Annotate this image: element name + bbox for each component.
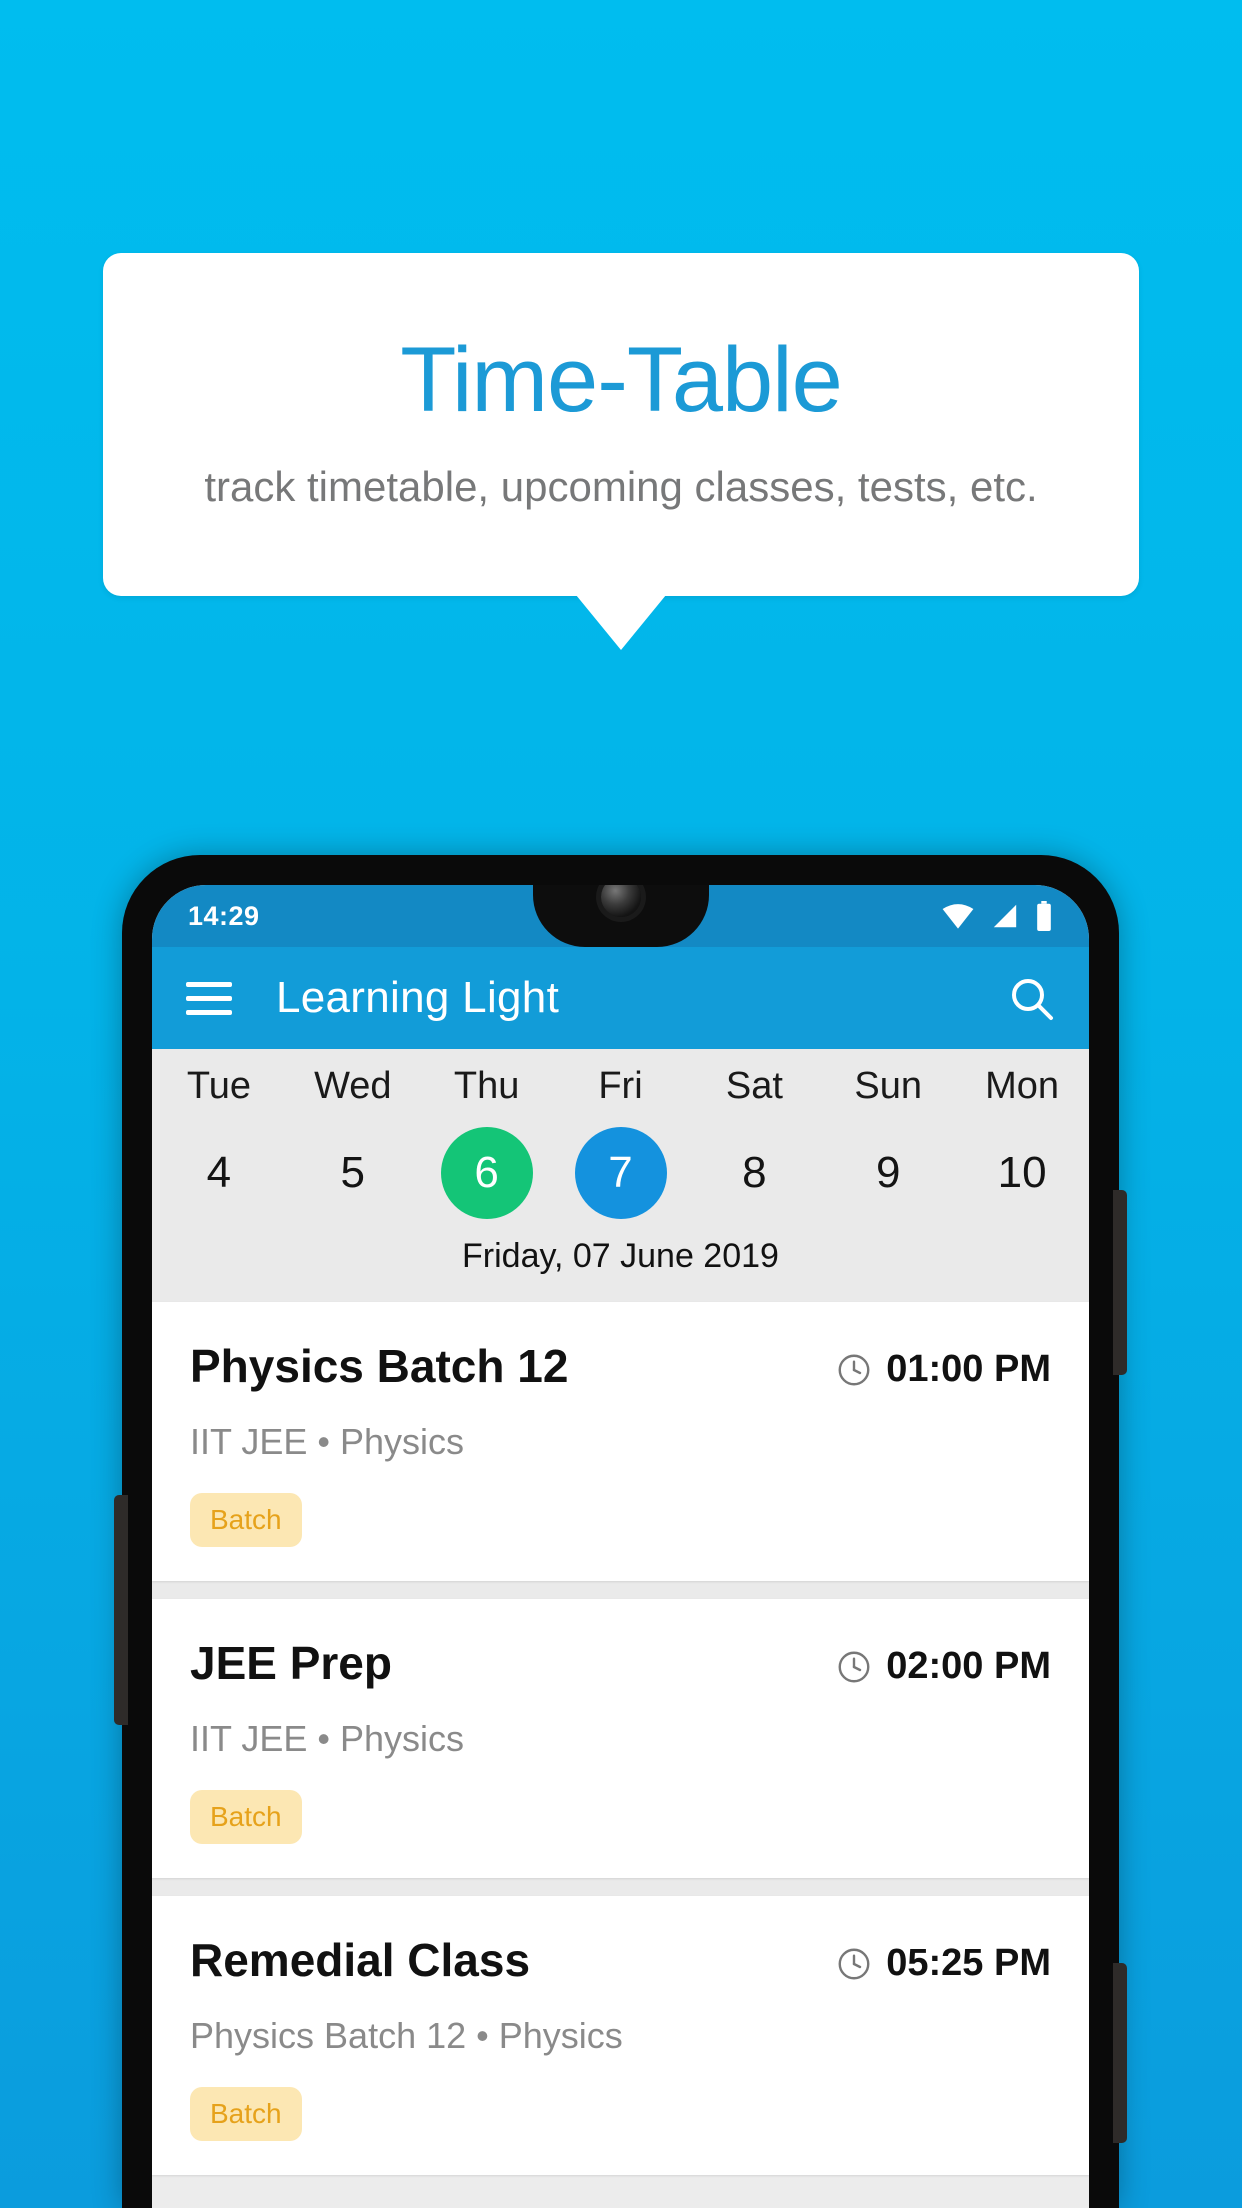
bubble-tail (576, 595, 666, 650)
search-icon[interactable] (1007, 974, 1055, 1022)
clock-icon (838, 1651, 870, 1682)
clock-icon (838, 1354, 870, 1385)
day-number-badge: 10 (976, 1127, 1068, 1219)
status-badge: Batch (190, 2087, 302, 2141)
class-time-group: 01:00 PM (836, 1342, 1051, 1391)
day-number: 7 (608, 1148, 633, 1197)
class-title: Remedial Class (190, 1934, 531, 1986)
status-badge: Batch (190, 1493, 302, 1547)
class-subtitle: Physics Batch 12 • Physics (190, 2015, 623, 2056)
status-badge: Batch (190, 1790, 302, 1844)
class-card[interactable]: Remedial Class 05:25 PM Physics Batch 12 •… (152, 1896, 1089, 2175)
day-cell-mon[interactable]: Mon 10 (955, 1067, 1089, 1219)
day-row: Tue 4 Wed 5 Thu 6 Fri 7 Sat 8 Sun 9 Mon 10 (152, 1067, 1089, 1219)
card-header: JEE Prep 02:00 PM (190, 1639, 1051, 1688)
day-name: Fri (598, 1065, 643, 1107)
day-number: 6 (474, 1148, 499, 1197)
day-name: Wed (314, 1065, 392, 1107)
page-title: Time-Table (400, 329, 843, 432)
day-cell-sun[interactable]: Sun 9 (821, 1067, 955, 1219)
day-cell-tue[interactable]: Tue 4 (152, 1067, 286, 1219)
day-cell-fri[interactable]: Fri 7 (554, 1067, 688, 1219)
day-number: 4 (206, 1148, 232, 1197)
class-time-group: 05:25 PM (836, 1936, 1051, 1985)
page-subtitle: track timetable, upcoming classes, tests… (204, 462, 1038, 510)
date-strip: Tue 4 Wed 5 Thu 6 Fri 7 Sat 8 Sun 9 Mon 10 Friday, 07… (152, 1049, 1089, 1290)
card-header: Physics Batch 12 01:00 PM (190, 1342, 1051, 1391)
battery-icon (1037, 901, 1051, 931)
day-number-badge: 8 (708, 1127, 800, 1219)
class-list: Physics Batch 12 01:00 PM IIT JEE • Physic… (152, 1290, 1089, 2175)
selected-date-label: Friday, 07 June 2019 (462, 1237, 779, 1275)
volume-button-left[interactable] (114, 1495, 128, 1725)
promo-bubble: Time-Table track timetable, upcoming cla… (103, 253, 1139, 596)
class-subtitle: IIT JEE • Physics (190, 1421, 465, 1462)
hamburger-menu-icon[interactable] (186, 981, 232, 1015)
card-header: Remedial Class 05:25 PM (190, 1936, 1051, 1985)
class-time: 05:25 PM (886, 1942, 1051, 1984)
day-cell-wed[interactable]: Wed 5 (286, 1067, 420, 1219)
phone-screen: 14:29 Learning Light Tue 4 Wed 5 Thu 6 F… (152, 885, 1089, 2208)
status-time: 14:29 (188, 900, 260, 931)
wifi-icon (942, 904, 974, 929)
day-number-badge: 4 (173, 1127, 265, 1219)
class-title: JEE Prep (190, 1637, 392, 1689)
day-number: 9 (875, 1148, 901, 1197)
status-icons (941, 901, 1053, 931)
class-card[interactable]: JEE Prep 02:00 PM IIT JEE • Physics Batch (152, 1599, 1089, 1878)
day-name: Thu (453, 1065, 520, 1107)
class-card[interactable]: Physics Batch 12 01:00 PM IIT JEE • Physic… (152, 1302, 1089, 1581)
volume-button-right[interactable] (1113, 1963, 1127, 2143)
class-time: 01:00 PM (886, 1348, 1051, 1390)
day-number-badge: 7 (574, 1127, 667, 1219)
day-name: Sun (854, 1065, 923, 1107)
phone-frame: 14:29 Learning Light Tue 4 Wed 5 Thu 6 F… (114, 855, 1127, 2208)
day-number: 10 (997, 1148, 1047, 1197)
day-number-badge: 9 (842, 1127, 934, 1219)
day-name: Tue (186, 1065, 251, 1107)
day-cell-sat[interactable]: Sat 8 (687, 1067, 821, 1219)
app-title: Learning Light (276, 973, 560, 1022)
clock-icon (838, 1948, 870, 1979)
class-subtitle: IIT JEE • Physics (190, 1718, 465, 1759)
day-number: 5 (340, 1148, 366, 1197)
class-time: 02:00 PM (886, 1645, 1051, 1687)
notch (532, 885, 709, 947)
day-name: Sat (725, 1065, 783, 1107)
status-bar: 14:29 (152, 885, 1089, 947)
day-number: 8 (742, 1148, 767, 1197)
day-name: Mon (985, 1065, 1060, 1107)
day-cell-thu[interactable]: Thu 6 (420, 1067, 554, 1219)
day-number-badge: 5 (307, 1127, 399, 1219)
class-time-group: 02:00 PM (836, 1639, 1051, 1688)
app-bar: Learning Light (152, 947, 1089, 1049)
front-camera-icon (600, 885, 641, 917)
signal-icon (993, 904, 1017, 928)
power-button[interactable] (1113, 1190, 1127, 1375)
class-title: Physics Batch 12 (190, 1340, 569, 1392)
day-number-badge: 6 (440, 1127, 533, 1219)
